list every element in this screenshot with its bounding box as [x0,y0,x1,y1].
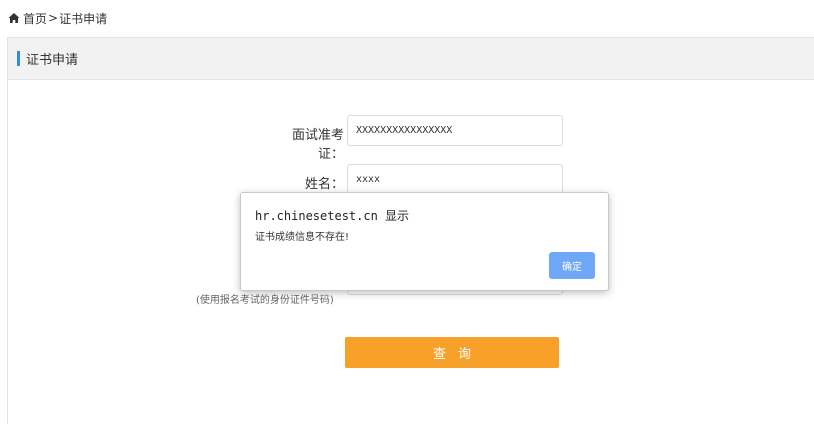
breadcrumb-current: 证书申请 [59,11,108,26]
dialog-title: hr.chinesetest.cn 显示 [255,209,410,223]
name-label: 姓名： [304,177,344,192]
name-input[interactable]: xxxx [347,164,563,195]
exam-id-value: XXXXXXXXXXXXXXXX [356,125,453,136]
name-value: xxxx [356,174,381,185]
dialog-message: 证书成绩信息不存在! [255,232,350,243]
breadcrumb-home-link[interactable]: 首页 [23,10,47,27]
breadcrumb: 首页 > 证书申请 [8,9,107,27]
panel-title: 证书申请 [26,53,79,68]
dialog-ok-button[interactable]: 确定 [549,252,595,279]
id-number-hint: (使用报名考试的身份证件号码) [196,295,334,306]
exam-id-label: 面试准考证： [291,128,344,162]
panel-header: 证书申请 [8,38,814,80]
query-button[interactable]: 查询 [345,337,559,368]
alert-dialog: hr.chinesetest.cn 显示 证书成绩信息不存在! 确定 [240,192,609,291]
panel-title-accent [17,51,20,66]
exam-id-input[interactable]: XXXXXXXXXXXXXXXX [347,115,563,146]
home-icon[interactable] [8,12,20,24]
breadcrumb-separator: > [48,11,59,25]
